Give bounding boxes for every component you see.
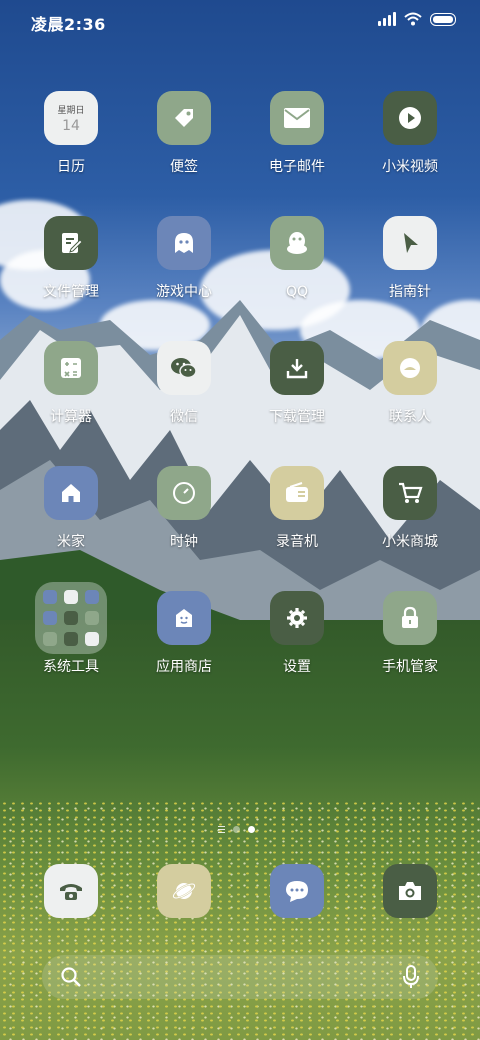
app-label: 米家 (57, 534, 85, 550)
page-dot-active (248, 826, 255, 833)
page-dot (233, 826, 240, 833)
app-mi-home[interactable]: 米家 (16, 466, 126, 574)
app-label: 游戏中心 (156, 284, 212, 300)
app-downloads[interactable]: 下载管理 (242, 341, 352, 449)
dock-messages[interactable] (270, 864, 324, 918)
signal-icon (378, 12, 396, 26)
app-label: 便签 (170, 159, 198, 175)
page-menu-icon (218, 826, 225, 833)
camera-icon (399, 882, 421, 900)
calendar-day: 14 (62, 118, 80, 134)
app-folder-system-tools[interactable]: 系统工具 (16, 582, 126, 699)
calendar-weekday: 星期日 (57, 106, 85, 116)
app-calendar[interactable]: 星期日 14 日历 (16, 91, 126, 199)
app-security[interactable]: 手机管家 (355, 591, 465, 699)
message-bubble-icon (286, 881, 308, 902)
app-wechat[interactable]: 微信 (129, 341, 239, 449)
microphone-icon[interactable] (402, 965, 420, 989)
document-edit-icon (44, 216, 98, 270)
app-mi-video[interactable]: 小米视频 (355, 91, 465, 199)
gear-icon (270, 591, 324, 645)
calendar-icon: 星期日 14 (44, 91, 98, 145)
app-compass[interactable]: 指南针 (355, 216, 465, 324)
dock-phone[interactable] (44, 864, 98, 918)
wechat-icon (157, 341, 211, 395)
app-contacts[interactable]: 联系人 (355, 341, 465, 449)
radio-recorder-icon (270, 466, 324, 520)
status-bar: 凌晨2:36 (0, 0, 480, 42)
app-label: 电子邮件 (269, 159, 325, 175)
app-email[interactable]: 电子邮件 (242, 91, 352, 199)
app-qq[interactable]: QQ (242, 216, 352, 324)
app-clock[interactable]: 时钟 (129, 466, 239, 574)
app-label: 手机管家 (382, 659, 438, 675)
app-store-icon (157, 591, 211, 645)
contact-face-icon (383, 341, 437, 395)
play-icon (383, 91, 437, 145)
app-label: 联系人 (389, 409, 431, 425)
page-indicator[interactable] (218, 826, 255, 833)
mail-icon (270, 91, 324, 145)
app-calculator[interactable]: 计算器 (16, 341, 126, 449)
tag-icon (157, 91, 211, 145)
folder-icon (35, 582, 107, 654)
qq-penguin-icon (270, 216, 324, 270)
app-label: 指南针 (389, 284, 431, 300)
app-notes[interactable]: 便签 (129, 91, 239, 199)
app-label: 文件管理 (43, 284, 99, 300)
download-icon (270, 341, 324, 395)
compass-arrow-icon (383, 216, 437, 270)
app-label: 应用商店 (156, 659, 212, 675)
app-label: 设置 (283, 659, 311, 675)
battery-icon (430, 12, 456, 26)
browser-planet-icon (172, 883, 196, 899)
app-label: 小米视频 (382, 159, 438, 175)
app-label: QQ (285, 284, 309, 300)
app-settings[interactable]: 设置 (242, 591, 352, 699)
app-label: 日历 (57, 159, 85, 175)
app-app-store[interactable]: 应用商店 (129, 591, 239, 699)
lock-icon (383, 591, 437, 645)
home-icon (44, 466, 98, 520)
app-label: 系统工具 (43, 659, 99, 675)
app-label: 时钟 (170, 534, 198, 550)
cart-icon (383, 466, 437, 520)
phone-icon (60, 884, 82, 900)
wifi-icon (404, 12, 422, 26)
app-game-center[interactable]: 游戏中心 (129, 216, 239, 324)
search-bar[interactable] (42, 955, 438, 999)
app-recorder[interactable]: 录音机 (242, 466, 352, 574)
status-time: 凌晨2:36 (31, 15, 106, 34)
dock-camera[interactable] (383, 864, 437, 918)
app-label: 小米商城 (382, 534, 438, 550)
calculator-icon (44, 341, 98, 395)
ghost-icon (157, 216, 211, 270)
app-label: 录音机 (276, 534, 318, 550)
app-file-manager[interactable]: 文件管理 (16, 216, 126, 324)
dock-browser[interactable] (157, 864, 211, 918)
search-icon[interactable] (60, 966, 82, 988)
clock-icon (157, 466, 211, 520)
app-label: 微信 (170, 409, 198, 425)
app-label: 计算器 (50, 409, 92, 425)
app-mi-store[interactable]: 小米商城 (355, 466, 465, 574)
app-label: 下载管理 (269, 409, 325, 425)
